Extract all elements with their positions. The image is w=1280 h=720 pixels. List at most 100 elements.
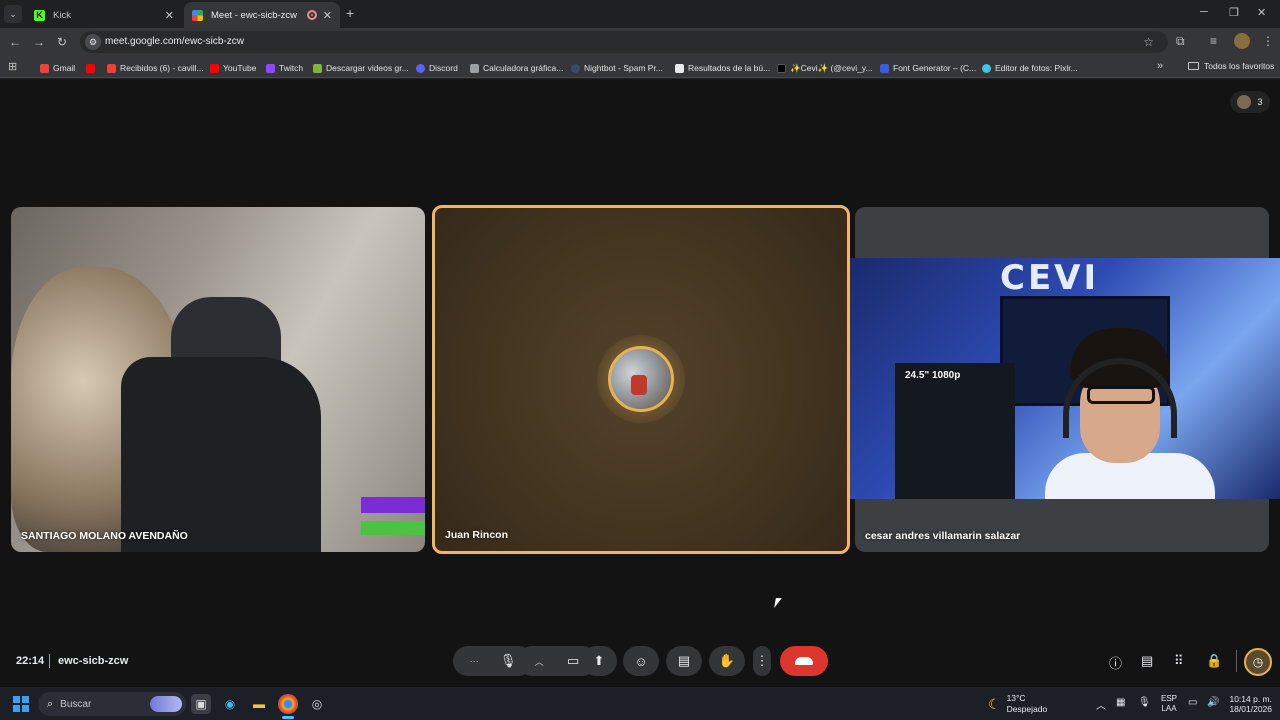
meeting-time: 22:14 — [16, 655, 45, 667]
reload-icon[interactable]: ↻ — [57, 35, 67, 49]
more-vert-icon: ⋮ — [755, 653, 769, 668]
youtube-icon — [86, 63, 95, 73]
meet-stage: 3 SANTIAGO MOLANO AVENDAÑO Juan Rincon C… — [0, 79, 1280, 687]
participant-tile-juan[interactable]: Juan Rincon — [432, 205, 850, 554]
video-feed — [361, 521, 425, 535]
clock[interactable]: 10:14 p. m. 18/01/2026 — [1226, 694, 1272, 714]
windows-start-icon[interactable] — [13, 696, 29, 712]
restore-icon[interactable]: ❐ — [1229, 6, 1239, 19]
bookmark-cevi[interactable]: ✨Cevi✨ (@cevi_y... — [777, 61, 873, 75]
mail-icon — [107, 63, 116, 73]
url-text[interactable]: meet.google.com/ewc-sicb-zcw — [105, 36, 244, 47]
host-controls-icon[interactable]: 🔒 — [1206, 653, 1222, 669]
tab-kick[interactable]: K Kick ✕ — [26, 2, 182, 28]
volume-icon[interactable]: 🔊 — [1207, 697, 1219, 708]
bookmark-recibidos[interactable] — [86, 61, 99, 75]
all-bookmarks-label: Todos los favoritos — [1204, 61, 1275, 71]
more-options-button[interactable]: ⋮ — [753, 646, 771, 676]
bookmark-youtube[interactable]: YouTube — [210, 61, 256, 75]
participants-button[interactable]: 3 — [1230, 91, 1270, 113]
extensions-icon[interactable]: ⧉ — [1176, 34, 1185, 49]
reactions-button[interactable]: ☺ — [623, 646, 659, 676]
video-feed — [361, 497, 425, 513]
more-bookmarks-icon[interactable]: » — [1157, 60, 1163, 72]
bookmark-calculadora[interactable]: Calculadora gráfica... — [470, 61, 563, 75]
bookmark-label: Nightbot - Spam Pr... — [584, 63, 663, 73]
bookmark-pixlr[interactable]: Editor de fotos: Pixlr... — [982, 61, 1078, 75]
video-feed: CEVI 24.5" 1080p — [850, 258, 1280, 499]
bookmark-descargar[interactable]: Descargar videos gr... — [313, 61, 409, 75]
bookmark-label: ✨Cevi✨ (@cevi_y... — [790, 62, 873, 73]
meeting-info-icon[interactable]: ⓘ — [1109, 653, 1122, 672]
microphone-icon[interactable]: 🎙 — [500, 653, 517, 669]
language-code: ESP — [1161, 694, 1178, 703]
captions-button[interactable]: ▤ — [666, 646, 702, 676]
youtube-icon — [210, 63, 219, 73]
close-window-icon[interactable]: ✕ — [1257, 6, 1266, 19]
tab-meet[interactable]: Meet - ewc-sicb-zcw ✕ — [184, 2, 340, 28]
chevron-up-icon[interactable]: ︿ — [535, 655, 544, 668]
tab-search-icon[interactable]: ⌄ — [4, 5, 22, 23]
gmail-icon — [40, 63, 49, 73]
profile-avatar[interactable] — [1234, 33, 1250, 49]
microphone-tray-icon[interactable]: 🎙 — [1138, 697, 1151, 708]
more-audio-options-icon[interactable]: ··· — [470, 656, 479, 666]
chevron-up-icon[interactable]: ︿ — [1096, 697, 1106, 712]
network-icon[interactable]: ▭ — [1188, 697, 1197, 708]
bookmarks-bar: ⊞ Gmail Recibidos (6) - cavill... YouTub… — [0, 56, 1280, 78]
leave-call-button[interactable] — [780, 646, 828, 676]
minimize-icon[interactable]: ─ — [1200, 6, 1208, 18]
recording-indicator-icon — [306, 10, 317, 20]
bookmark-label: Calculadora gráfica... — [483, 63, 564, 73]
back-icon[interactable]: ← — [9, 35, 21, 49]
obs-icon[interactable]: ◎ — [307, 694, 327, 714]
chrome-icon[interactable] — [278, 694, 298, 714]
participant-tile-santiago[interactable]: SANTIAGO MOLANO AVENDAÑO — [11, 207, 425, 552]
raise-hand-button[interactable]: ✋ — [709, 646, 745, 676]
participant-avatar-icon — [1237, 95, 1252, 109]
clock-date: 18/01/2026 — [1229, 704, 1272, 714]
participant-person — [1045, 328, 1215, 499]
close-tab-icon[interactable]: ✕ — [165, 9, 174, 22]
language-indicator[interactable]: ESP LAA — [1161, 694, 1177, 714]
timer-icon[interactable]: ◷ — [1244, 648, 1272, 676]
file-explorer-icon[interactable]: ▬ — [249, 694, 269, 714]
bookmark-resultados[interactable]: Resultados de la bú... — [675, 61, 770, 75]
close-tab-icon[interactable]: ✕ — [323, 9, 332, 22]
present-button[interactable]: ⬆ — [581, 646, 617, 676]
menu-icon[interactable]: ⋮ — [1262, 34, 1274, 48]
chat-icon[interactable]: ▤ — [1141, 653, 1153, 669]
taskbar-search[interactable]: ⌕ Buscar — [38, 692, 186, 716]
tray-app-icon[interactable]: ▦ — [1116, 697, 1125, 708]
new-tab-button[interactable]: + — [346, 5, 354, 21]
bookmark-gmail[interactable]: Gmail — [40, 61, 75, 75]
bookmark-recibidos-label[interactable]: Recibidos (6) - cavill... — [107, 61, 204, 75]
bookmark-label: Descargar videos gr... — [326, 63, 409, 73]
meet-icon — [192, 9, 203, 21]
search-icon: ⌕ — [47, 697, 54, 710]
background-shelf — [895, 363, 1015, 499]
activities-icon[interactable]: ⠿ — [1174, 653, 1184, 669]
media-control-icon[interactable]: ≡ — [1210, 34, 1217, 48]
forward-icon[interactable]: → — [33, 35, 45, 49]
site-info-icon[interactable]: ⚙ — [85, 34, 101, 50]
pixlr-icon — [982, 63, 991, 73]
task-view-icon[interactable]: ▣ — [191, 694, 211, 714]
bookmark-star-icon[interactable]: ☆ — [1143, 35, 1154, 49]
windows-taskbar: ⌕ Buscar ▣ ◉ ▬ ◎ ☾ 13°C Despejado ︿ ▦ 🎙 … — [0, 688, 1280, 720]
bookmark-font-generator[interactable]: Font Generator – (C... — [880, 61, 976, 75]
bookmark-twitch[interactable]: Twitch — [266, 61, 303, 75]
tab-title: Meet - ewc-sicb-zcw — [211, 9, 298, 21]
apps-grid-icon[interactable]: ⊞ — [8, 60, 17, 73]
weather-widget[interactable]: ☾ 13°C Despejado — [988, 693, 1047, 715]
participant-tile-cesar[interactable]: CEVI 24.5" 1080p cesar andres villamarin… — [850, 207, 1280, 552]
bookmark-discord[interactable]: Discord — [416, 61, 458, 75]
calculator-icon — [470, 63, 479, 73]
address-bar[interactable]: ⚙ meet.google.com/ewc-sicb-zcw ☆ — [80, 31, 1168, 53]
edge-icon[interactable]: ◉ — [220, 694, 240, 714]
bookmark-nightbot[interactable]: Nightbot - Spam Pr... — [571, 61, 663, 75]
camera-icon[interactable]: ▭ — [567, 653, 579, 669]
video-feed — [121, 357, 321, 552]
all-bookmarks-button[interactable]: Todos los favoritos — [1188, 61, 1274, 71]
participant-name: cesar andres villamarin salazar — [865, 530, 1021, 542]
